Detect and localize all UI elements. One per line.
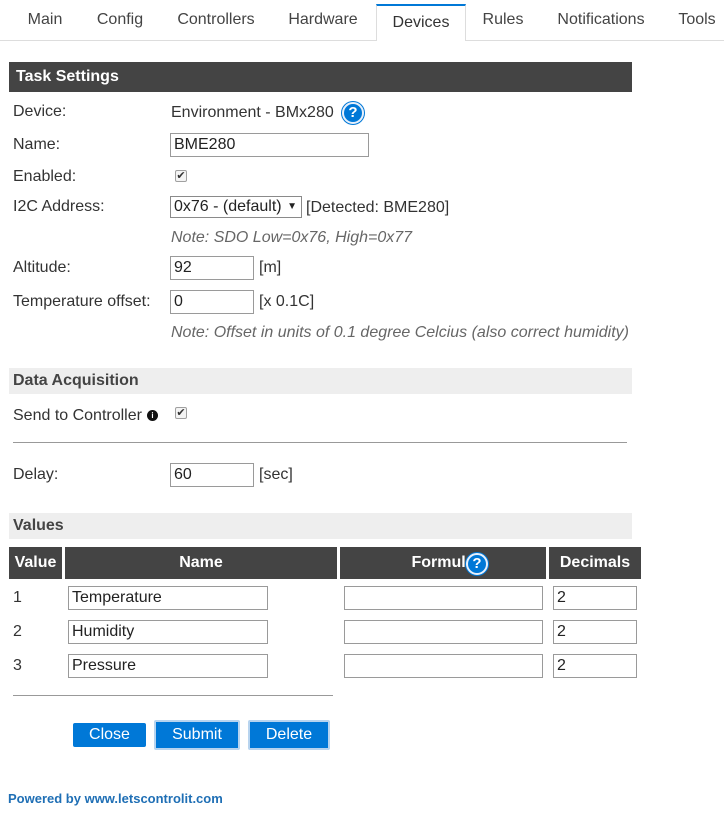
- divider: [13, 442, 627, 443]
- tab-notifications[interactable]: Notifications: [548, 0, 654, 40]
- close-button[interactable]: Close: [73, 723, 146, 747]
- altitude-input[interactable]: [170, 256, 254, 280]
- tab-config[interactable]: Config: [86, 0, 154, 40]
- column-header-formula: Formula: [340, 547, 546, 579]
- tab-bar: Main Config Controllers Hardware Devices…: [0, 0, 724, 41]
- row-index: 3: [13, 657, 22, 674]
- delete-button[interactable]: Delete: [248, 720, 330, 750]
- delay-unit: [sec]: [259, 466, 293, 483]
- i2c-address-select[interactable]: 0x76 - (default) ▼: [170, 196, 302, 218]
- column-header-value: Value: [9, 547, 62, 579]
- name-input[interactable]: [170, 133, 369, 157]
- value-name-input[interactable]: [68, 620, 268, 644]
- tab-devices[interactable]: Devices: [376, 4, 466, 41]
- temperature-offset-unit: [x 0.1C]: [259, 293, 315, 310]
- send-to-controller-label: Send to Controller: [13, 407, 142, 424]
- row-index: 2: [13, 623, 22, 640]
- altitude-unit: [m]: [259, 259, 282, 276]
- delay-input[interactable]: [170, 463, 254, 487]
- enabled-checkbox[interactable]: ✔: [175, 170, 187, 182]
- i2c-note: Note: SDO Low=0x76, High=0x77: [171, 229, 413, 246]
- name-label: Name:: [13, 136, 61, 153]
- i2c-address-selected: 0x76 - (default): [174, 198, 282, 215]
- divider: [13, 695, 333, 696]
- value-name-input[interactable]: [68, 586, 268, 610]
- checkmark-icon: ✔: [176, 407, 186, 419]
- column-header-name: Name: [65, 547, 337, 579]
- tab-main[interactable]: Main: [14, 0, 76, 40]
- tab-tools[interactable]: Tools: [668, 0, 724, 40]
- value-name-input[interactable]: [68, 654, 268, 678]
- tab-hardware[interactable]: Hardware: [278, 0, 368, 40]
- temperature-offset-label: Temperature offset:: [13, 293, 151, 310]
- temperature-offset-input[interactable]: [170, 290, 254, 314]
- formula-input[interactable]: [344, 620, 543, 644]
- decimals-input[interactable]: [553, 586, 637, 610]
- enabled-label: Enabled:: [13, 168, 77, 185]
- i2c-detected: [Detected: BME280]: [306, 199, 450, 216]
- values-header: Values: [9, 513, 632, 539]
- delay-label: Delay:: [13, 466, 59, 483]
- checkmark-icon: ✔: [176, 170, 186, 182]
- temperature-offset-note: Note: Offset in units of 0.1 degree Celc…: [171, 324, 629, 341]
- data-acquisition-header: Data Acquisition: [9, 368, 632, 394]
- send-to-controller-checkbox[interactable]: ✔: [175, 407, 187, 419]
- info-icon[interactable]: i: [147, 410, 158, 421]
- device-label: Device:: [13, 103, 67, 120]
- column-header-decimals: Decimals: [549, 547, 641, 579]
- altitude-label: Altitude:: [13, 259, 71, 276]
- formula-input[interactable]: [344, 586, 543, 610]
- tab-rules[interactable]: Rules: [474, 0, 532, 40]
- decimals-input[interactable]: [553, 620, 637, 644]
- row-index: 1: [13, 589, 22, 606]
- device-value: Environment - BMx280: [171, 104, 334, 121]
- tab-controllers[interactable]: Controllers: [166, 0, 266, 40]
- dropdown-arrow-icon: ▼: [287, 201, 297, 212]
- submit-button[interactable]: Submit: [154, 720, 240, 750]
- formula-input[interactable]: [344, 654, 543, 678]
- task-settings-header: Task Settings: [9, 62, 632, 92]
- help-icon[interactable]: ?: [342, 102, 364, 124]
- footer-link[interactable]: Powered by www.letscontrolit.com: [8, 791, 223, 806]
- i2c-address-label: I2C Address:: [13, 198, 105, 215]
- formula-help-icon[interactable]: ?: [466, 553, 488, 575]
- decimals-input[interactable]: [553, 654, 637, 678]
